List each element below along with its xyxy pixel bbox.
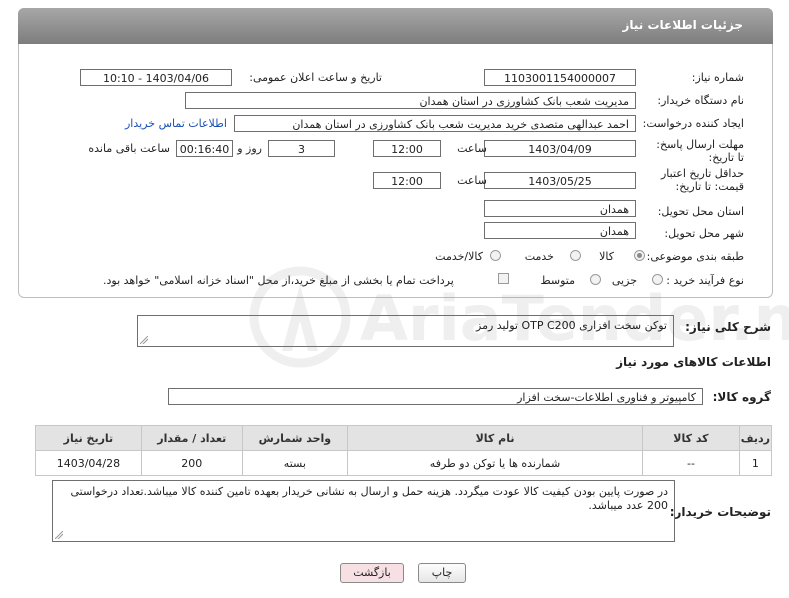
category-goods-label: کالا xyxy=(599,250,614,263)
category-label: طبقه بندی موضوعی: xyxy=(646,250,744,263)
buyer-notes-text: در صورت پایین بودن کیفیت کالا عودت میگرد… xyxy=(70,485,668,512)
goods-group-field: کامپیوتر و فناوری اطلاعات-سخت افزار xyxy=(168,388,703,405)
province-label: استان محل تحویل: xyxy=(657,205,744,218)
buyer-notes-textarea[interactable]: در صورت پایین بودن کیفیت کالا عودت میگرد… xyxy=(52,480,675,542)
days-field: 3 xyxy=(268,140,335,157)
cell-qty: 200 xyxy=(140,450,243,476)
city-label: شهر محل تحویل: xyxy=(664,227,744,240)
resize-grip-icon[interactable] xyxy=(140,336,148,344)
cell-unit: بسته xyxy=(241,450,348,476)
reply-deadline-label: مهلت ارسال پاسخ: تا تاریخ: xyxy=(656,138,744,164)
process-minor-label: جزیی xyxy=(611,274,637,287)
description-textarea[interactable]: توکن سخت افزاری OTP C200 تولید رمز xyxy=(137,315,674,347)
need-number-field: 1103001154000007 xyxy=(484,69,636,86)
creator-field: احمد عبدالهی متصدی خرید مدیریت شعب بانک … xyxy=(234,115,636,132)
category-radio-goods-service[interactable] xyxy=(490,250,501,261)
buyer-org-field: مدیریت شعب بانک کشاورزی در استان همدان xyxy=(185,92,636,109)
remaining-time-field: 00:16:40 xyxy=(176,140,233,157)
process-medium-label: متوسط xyxy=(540,274,575,287)
col-date-header: تاریخ نیاز xyxy=(35,425,142,451)
reply-time-label: ساعت xyxy=(457,142,487,155)
process-label: نوع فرآیند خرید : xyxy=(666,274,744,287)
cell-code: -- xyxy=(642,450,740,476)
buyer-contact-link[interactable]: اطلاعات تماس خریدار xyxy=(125,117,227,130)
price-time-field: 12:00 xyxy=(373,172,441,189)
panel-header: جزئیات اطلاعات نیاز xyxy=(18,8,773,44)
price-validity-label: حداقل تاریخ اعتبار قیمت: تا تاریخ: xyxy=(660,167,744,193)
need-number-label: شماره نیاز: xyxy=(691,71,744,84)
cell-date: 1403/04/28 xyxy=(35,450,142,476)
buyer-notes-label: توضیحات خریدار: xyxy=(669,505,771,519)
price-date-field: 1403/05/25 xyxy=(484,172,636,189)
creator-label: ایجاد کننده درخواست: xyxy=(642,117,744,130)
reply-date-field: 1403/04/09 xyxy=(484,140,636,157)
city-field: همدان xyxy=(484,222,636,239)
days-label: روز و xyxy=(237,142,262,155)
announce-field: 1403/04/06 - 10:10 xyxy=(80,69,232,86)
category-radio-service[interactable] xyxy=(570,250,581,261)
col-row-header: ردیف xyxy=(738,425,773,451)
goods-info-title: اطلاعات کالاهای مورد نیاز xyxy=(616,355,771,369)
page-title: جزئیات اطلاعات نیاز xyxy=(622,18,743,32)
col-name-header: نام کالا xyxy=(346,425,644,451)
cell-name: شمارنده ها یا توکن دو طرفه xyxy=(346,450,644,476)
price-time-label: ساعت xyxy=(457,174,487,187)
process-radio-medium[interactable] xyxy=(590,274,601,285)
goods-table: ردیف کد کالا نام کالا واحد شمارش تعداد /… xyxy=(35,425,773,476)
category-goods-service-label: کالا/خدمت xyxy=(435,250,483,263)
print-button[interactable]: چاپ xyxy=(418,563,466,583)
category-radio-goods[interactable] xyxy=(634,250,645,261)
col-unit-header: واحد شمارش xyxy=(241,425,348,451)
process-radio-minor[interactable] xyxy=(652,274,663,285)
province-field: همدان xyxy=(484,200,636,217)
category-service-label: خدمت xyxy=(524,250,554,263)
treasury-checkbox[interactable] xyxy=(498,273,509,284)
buyer-org-label: نام دستگاه خریدار: xyxy=(657,94,744,107)
announce-label: تاریخ و ساعت اعلان عمومی: xyxy=(249,71,382,84)
table-row[interactable]: 1 -- شمارنده ها یا توکن دو طرفه بسته 200… xyxy=(35,450,773,476)
col-qty-header: تعداد / مقدار xyxy=(140,425,243,451)
reply-time-field: 12:00 xyxy=(373,140,441,157)
remaining-label: ساعت باقی مانده xyxy=(88,142,170,155)
treasury-note: پرداخت تمام یا بخشی از مبلغ خرید،از محل … xyxy=(103,274,454,287)
cell-row: 1 xyxy=(738,450,773,476)
table-header-row: ردیف کد کالا نام کالا واحد شمارش تعداد /… xyxy=(35,425,773,451)
back-button[interactable]: بازگشت xyxy=(340,563,404,583)
goods-group-label: گروه کالا: xyxy=(712,390,771,404)
resize-grip-icon[interactable] xyxy=(55,531,63,539)
description-text: توکن سخت افزاری OTP C200 تولید رمز xyxy=(476,319,667,332)
col-code-header: کد کالا xyxy=(642,425,740,451)
description-label: شرح کلی نیاز: xyxy=(685,320,771,334)
